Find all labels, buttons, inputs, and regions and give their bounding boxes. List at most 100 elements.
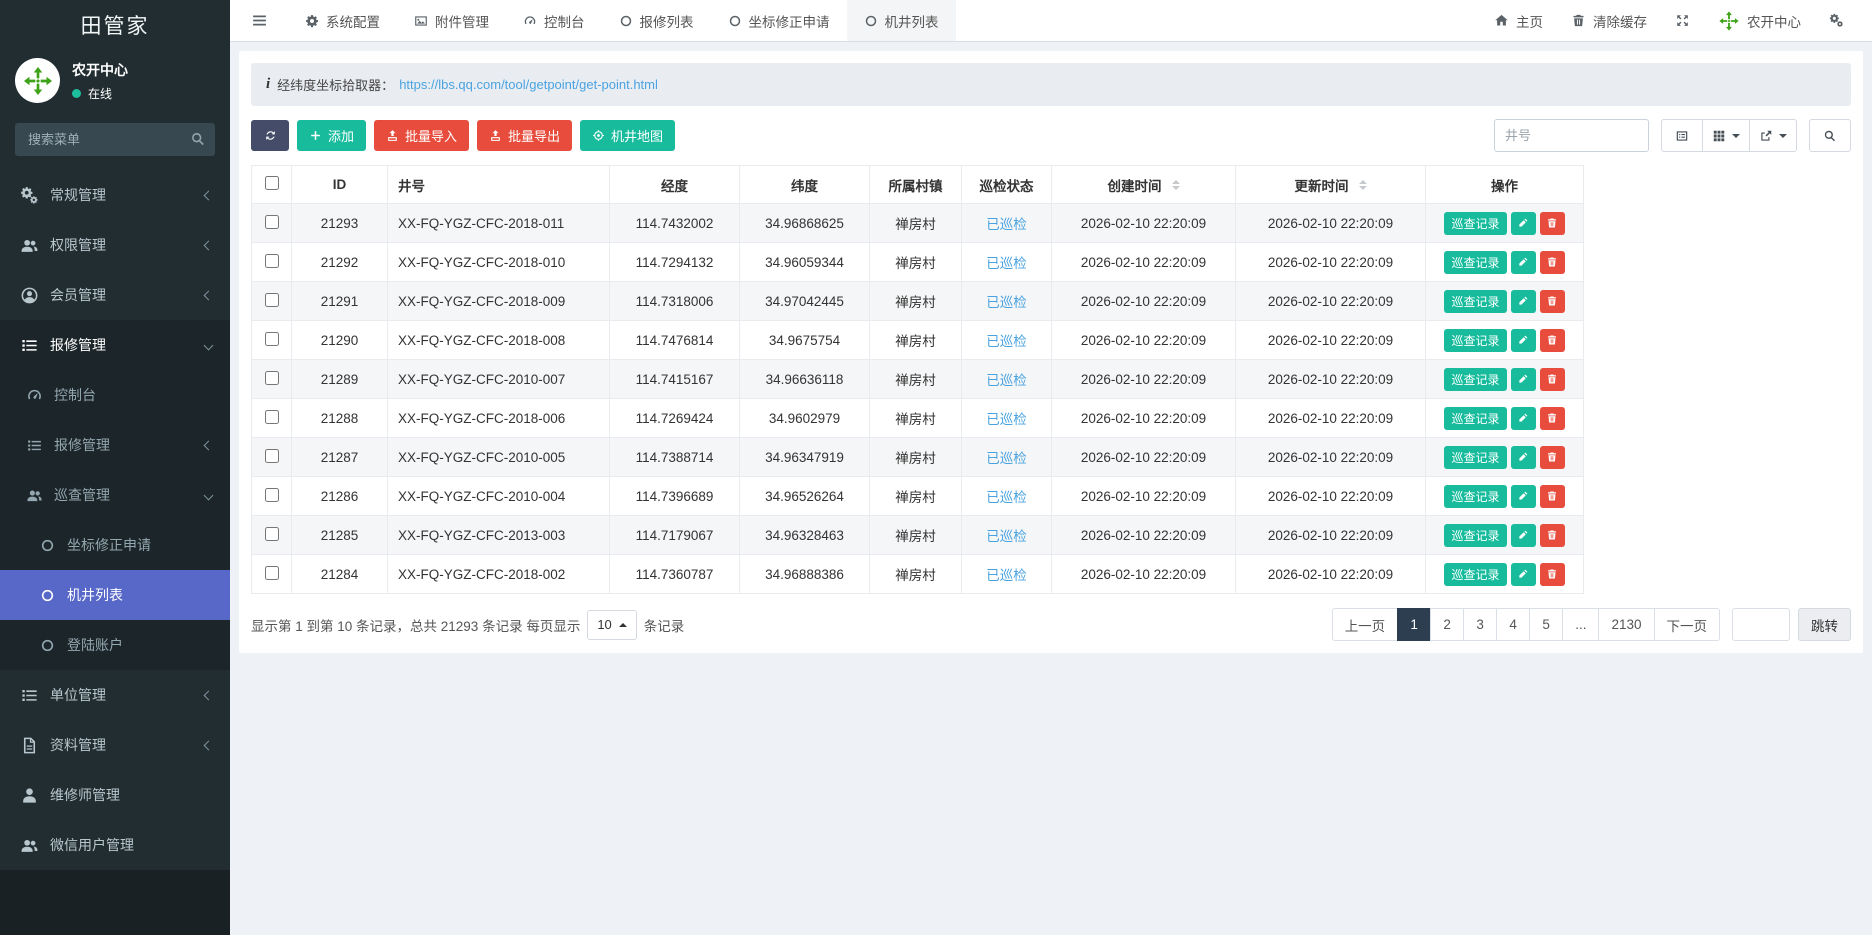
row-checkbox[interactable] <box>265 332 279 346</box>
page-button[interactable]: 2 <box>1430 608 1464 641</box>
sidebar-item-technicians[interactable]: 维修师管理 <box>0 770 230 820</box>
row-checkbox[interactable] <box>265 488 279 502</box>
sidebar-item-repair-sub[interactable]: 报修管理 <box>0 420 230 470</box>
inspection-status-link[interactable]: 已巡检 <box>986 295 1027 310</box>
settings-button[interactable] <box>1815 0 1858 41</box>
page-button[interactable]: 下一页 <box>1654 608 1721 641</box>
inspection-record-button[interactable]: 巡查记录 <box>1444 407 1506 430</box>
sidebar-item-inspection-management[interactable]: 巡查管理 <box>0 470 230 520</box>
delete-button[interactable] <box>1540 212 1565 235</box>
search-icon[interactable] <box>190 131 206 147</box>
header-created-time[interactable]: 创建时间 <box>1052 166 1236 204</box>
page-button[interactable]: 1 <box>1397 608 1431 641</box>
inspection-record-button[interactable]: 巡查记录 <box>1444 446 1506 469</box>
edit-button[interactable] <box>1511 524 1536 547</box>
row-checkbox[interactable] <box>265 410 279 424</box>
inspection-status-link[interactable]: 已巡检 <box>986 334 1027 349</box>
sidebar-item-units[interactable]: 单位管理 <box>0 670 230 720</box>
sidebar-item-permissions[interactable]: 权限管理 <box>0 220 230 270</box>
select-all-checkbox[interactable] <box>265 176 279 190</box>
delete-button[interactable] <box>1540 446 1565 469</box>
row-checkbox[interactable] <box>265 527 279 541</box>
row-checkbox[interactable] <box>265 293 279 307</box>
inspection-record-button[interactable]: 巡查记录 <box>1444 524 1506 547</box>
delete-button[interactable] <box>1540 485 1565 508</box>
sidebar-item-well-list[interactable]: 机井列表 <box>0 570 230 620</box>
edit-button[interactable] <box>1511 446 1536 469</box>
jump-page-input[interactable] <box>1732 608 1790 641</box>
sidebar-item-members[interactable]: 会员管理 <box>0 270 230 320</box>
tab-console[interactable]: 控制台 <box>506 0 602 41</box>
row-checkbox[interactable] <box>265 566 279 580</box>
sidebar-item-coordinate-correction[interactable]: 坐标修正申请 <box>0 520 230 570</box>
header-updated-time[interactable]: 更新时间 <box>1236 166 1426 204</box>
inspection-record-button[interactable]: 巡查记录 <box>1444 212 1506 235</box>
inspection-status-link[interactable]: 已巡检 <box>986 412 1027 427</box>
inspection-record-button[interactable]: 巡查记录 <box>1444 563 1506 586</box>
inspection-status-link[interactable]: 已巡检 <box>986 568 1027 583</box>
edit-button[interactable] <box>1511 368 1536 391</box>
sidebar-item-wechat-users[interactable]: 微信用户管理 <box>0 820 230 870</box>
tab-repair-list[interactable]: 报修列表 <box>602 0 711 41</box>
edit-button[interactable] <box>1511 329 1536 352</box>
page-button[interactable]: 5 <box>1529 608 1563 641</box>
sidebar-item-console[interactable]: 控制台 <box>0 370 230 420</box>
refresh-button[interactable] <box>251 120 289 151</box>
coordinate-picker-link[interactable]: https://lbs.qq.com/tool/getpoint/get-poi… <box>399 77 658 92</box>
inspection-record-button[interactable]: 巡查记录 <box>1444 290 1506 313</box>
sidebar-item-general[interactable]: 常规管理 <box>0 170 230 220</box>
delete-button[interactable] <box>1540 251 1565 274</box>
brand-title[interactable]: 田管家 <box>0 0 230 50</box>
delete-button[interactable] <box>1540 368 1565 391</box>
delete-button[interactable] <box>1540 290 1565 313</box>
edit-button[interactable] <box>1511 485 1536 508</box>
page-button[interactable]: 4 <box>1496 608 1530 641</box>
inspection-status-link[interactable]: 已巡检 <box>986 490 1027 505</box>
table-search-button[interactable] <box>1809 119 1851 152</box>
jump-button[interactable]: 跳转 <box>1798 608 1851 641</box>
page-button[interactable]: 3 <box>1463 608 1497 641</box>
page-size-button[interactable]: 10 <box>587 610 636 640</box>
inspection-record-button[interactable]: 巡查记录 <box>1444 329 1506 352</box>
page-button[interactable]: 2130 <box>1598 608 1654 641</box>
batch-import-button[interactable]: 批量导入 <box>374 120 469 151</box>
batch-export-button[interactable]: 批量导出 <box>477 120 572 151</box>
well-number-search-input[interactable] <box>1494 119 1649 152</box>
sidebar-item-login-account[interactable]: 登陆账户 <box>0 620 230 670</box>
add-button[interactable]: 添加 <box>297 120 366 151</box>
clear-cache-button[interactable]: 清除缓存 <box>1557 0 1661 41</box>
edit-button[interactable] <box>1511 290 1536 313</box>
tab-coordinate-correction[interactable]: 坐标修正申请 <box>711 0 847 41</box>
center-account-button[interactable]: 农开中心 <box>1704 0 1815 41</box>
inspection-record-button[interactable]: 巡查记录 <box>1444 368 1506 391</box>
delete-button[interactable] <box>1540 563 1565 586</box>
sidebar-item-repair-management[interactable]: 报修管理 <box>0 320 230 370</box>
edit-button[interactable] <box>1511 212 1536 235</box>
edit-button[interactable] <box>1511 563 1536 586</box>
row-checkbox[interactable] <box>265 449 279 463</box>
fullscreen-button[interactable] <box>1661 0 1704 41</box>
inspection-status-link[interactable]: 已巡检 <box>986 529 1027 544</box>
home-button[interactable]: 主页 <box>1480 0 1557 41</box>
edit-button[interactable] <box>1511 407 1536 430</box>
inspection-record-button[interactable]: 巡查记录 <box>1444 251 1506 274</box>
row-checkbox[interactable] <box>265 215 279 229</box>
sidebar-search-input[interactable] <box>15 123 215 156</box>
delete-button[interactable] <box>1540 524 1565 547</box>
row-checkbox[interactable] <box>265 371 279 385</box>
inspection-status-link[interactable]: 已巡检 <box>986 451 1027 466</box>
hamburger-button[interactable] <box>230 0 288 41</box>
edit-button[interactable] <box>1511 251 1536 274</box>
delete-button[interactable] <box>1540 329 1565 352</box>
row-checkbox[interactable] <box>265 254 279 268</box>
well-map-button[interactable]: 机井地图 <box>580 120 675 151</box>
inspection-record-button[interactable]: 巡查记录 <box>1444 485 1506 508</box>
page-button[interactable]: ... <box>1562 608 1599 641</box>
export-button[interactable] <box>1749 119 1797 152</box>
tab-system-config[interactable]: 系统配置 <box>288 0 397 41</box>
tab-well-list[interactable]: 机井列表 <box>847 0 956 41</box>
inspection-status-link[interactable]: 已巡检 <box>986 256 1027 271</box>
inspection-status-link[interactable]: 已巡检 <box>986 373 1027 388</box>
columns-button[interactable] <box>1702 119 1750 152</box>
sidebar-item-documents[interactable]: 资料管理 <box>0 720 230 770</box>
